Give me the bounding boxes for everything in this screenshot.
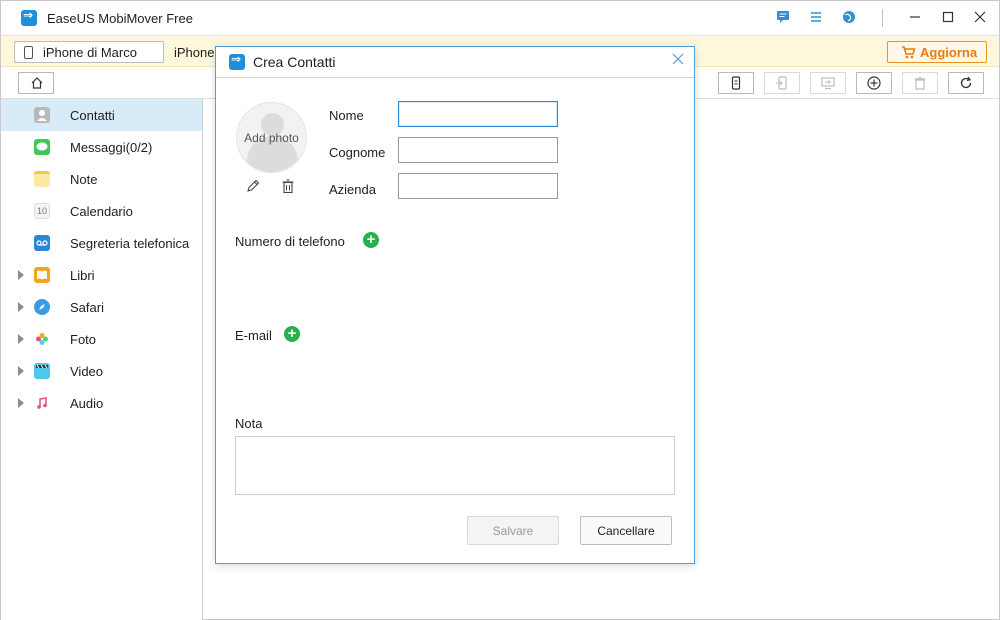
maximize-button[interactable] — [939, 9, 957, 27]
home-button[interactable] — [18, 72, 54, 94]
cognome-field[interactable] — [398, 137, 558, 163]
expand-arrow-icon[interactable] — [18, 398, 24, 408]
sidebar-item-segreteria[interactable]: Segreteria telefonica — [1, 227, 202, 259]
add-button[interactable] — [856, 72, 892, 94]
cognome-label: Cognome — [329, 145, 386, 160]
target-device-label[interactable]: iPhone — [174, 45, 214, 60]
add-icon — [867, 76, 881, 90]
save-button[interactable]: Salvare — [467, 516, 559, 545]
minimize-button[interactable] — [906, 9, 924, 27]
voicemail-icon — [34, 235, 50, 251]
phone-icon — [24, 46, 33, 59]
refresh-button[interactable] — [948, 72, 984, 94]
video-icon — [34, 363, 50, 379]
sidebar-item-label: Libri — [70, 268, 95, 283]
note-textarea[interactable] — [235, 436, 675, 495]
nome-field[interactable] — [398, 101, 558, 127]
books-icon — [34, 267, 50, 283]
sidebar-item-contatti[interactable]: Contatti — [1, 99, 202, 131]
menu-icon[interactable] — [808, 10, 824, 26]
expand-arrow-icon[interactable] — [18, 334, 24, 344]
sidebar-item-safari[interactable]: Safari — [1, 291, 202, 323]
app-logo-icon — [21, 8, 37, 26]
cancel-button[interactable]: Cancellare — [580, 516, 672, 545]
delete-icon — [914, 76, 926, 90]
home-icon — [31, 77, 43, 89]
sidebar-item-label: Contatti — [70, 108, 115, 123]
add-photo-label: Add photo — [244, 131, 299, 145]
dialog-logo-icon — [229, 52, 245, 70]
notes-icon — [34, 171, 50, 187]
sidebar-item-label: Segreteria telefonica — [70, 236, 190, 251]
phone-number-label: Numero di telefono — [235, 234, 345, 249]
sidebar-item-audio[interactable]: Audio — [1, 387, 202, 419]
messages-icon — [34, 139, 50, 155]
nome-label: Nome — [329, 108, 364, 123]
sidebar-item-label: Messaggi(0/2) — [70, 140, 153, 155]
azienda-label: Azienda — [329, 182, 376, 197]
feedback-icon[interactable] — [775, 10, 791, 26]
sidebar-item-label: Foto — [70, 332, 97, 347]
sidebar-item-label: Audio — [70, 396, 104, 411]
sidebar-item-foto[interactable]: Foto — [1, 323, 202, 355]
export-to-pc-icon — [821, 77, 835, 90]
cart-icon — [901, 45, 916, 62]
dialog-title: Crea Contatti — [253, 54, 336, 70]
note-label: Nota — [235, 416, 263, 431]
expand-arrow-icon[interactable] — [18, 302, 24, 312]
close-window-button[interactable] — [971, 9, 989, 27]
delete-photo-icon[interactable] — [280, 178, 296, 194]
delete-button[interactable] — [902, 72, 938, 94]
sidebar-item-label: Video — [70, 364, 104, 379]
music-icon — [34, 395, 50, 411]
expand-arrow-icon[interactable] — [18, 270, 24, 280]
globe-icon[interactable] — [841, 10, 857, 26]
calendar-icon: 10 — [34, 203, 50, 219]
sidebar: Contatti Messaggi(0/2) Note 10 Calendari… — [1, 99, 203, 620]
edit-photo-icon[interactable] — [245, 178, 261, 194]
upgrade-button[interactable]: Aggiorna — [887, 41, 987, 63]
app-window: EaseUS MobiMover Free iPhone di Marco iP… — [0, 0, 1000, 620]
add-email-icon[interactable]: + — [284, 326, 300, 342]
sidebar-item-label: Calendario — [70, 204, 133, 219]
phone-transfer-icon — [731, 76, 741, 90]
expand-arrow-icon[interactable] — [18, 366, 24, 376]
dialog-close-icon[interactable] — [670, 53, 686, 69]
safari-icon — [34, 299, 50, 315]
app-title: EaseUS MobiMover Free — [47, 11, 193, 26]
title-bar: EaseUS MobiMover Free — [1, 1, 999, 35]
contacts-icon — [34, 107, 50, 123]
export-to-pc-button[interactable] — [810, 72, 846, 94]
create-contact-dialog: Crea Contatti Add photo Nome Cognome Azi… — [215, 46, 695, 564]
sidebar-item-label: Safari — [70, 300, 104, 315]
refresh-icon — [960, 76, 972, 89]
photos-icon — [34, 331, 50, 347]
titlebar-separator — [882, 9, 883, 27]
device-name: iPhone di Marco — [43, 45, 137, 60]
sidebar-item-calendario[interactable]: 10 Calendario — [1, 195, 202, 227]
upgrade-label: Aggiorna — [920, 45, 978, 60]
sidebar-item-label: Note — [70, 172, 98, 187]
sidebar-item-note[interactable]: Note — [1, 163, 202, 195]
phone-transfer-button[interactable] — [718, 72, 754, 94]
import-button[interactable] — [764, 72, 800, 94]
add-phone-icon[interactable]: + — [363, 232, 379, 248]
dialog-header: Crea Contatti — [216, 47, 694, 78]
email-label: E-mail — [235, 328, 272, 343]
sidebar-item-libri[interactable]: Libri — [1, 259, 202, 291]
sidebar-item-messaggi[interactable]: Messaggi(0/2) — [1, 131, 202, 163]
device-selector[interactable]: iPhone di Marco — [14, 41, 164, 63]
azienda-field[interactable] — [398, 173, 558, 199]
sidebar-item-video[interactable]: Video — [1, 355, 202, 387]
import-icon — [776, 76, 787, 90]
add-photo-button[interactable]: Add photo — [236, 102, 307, 173]
